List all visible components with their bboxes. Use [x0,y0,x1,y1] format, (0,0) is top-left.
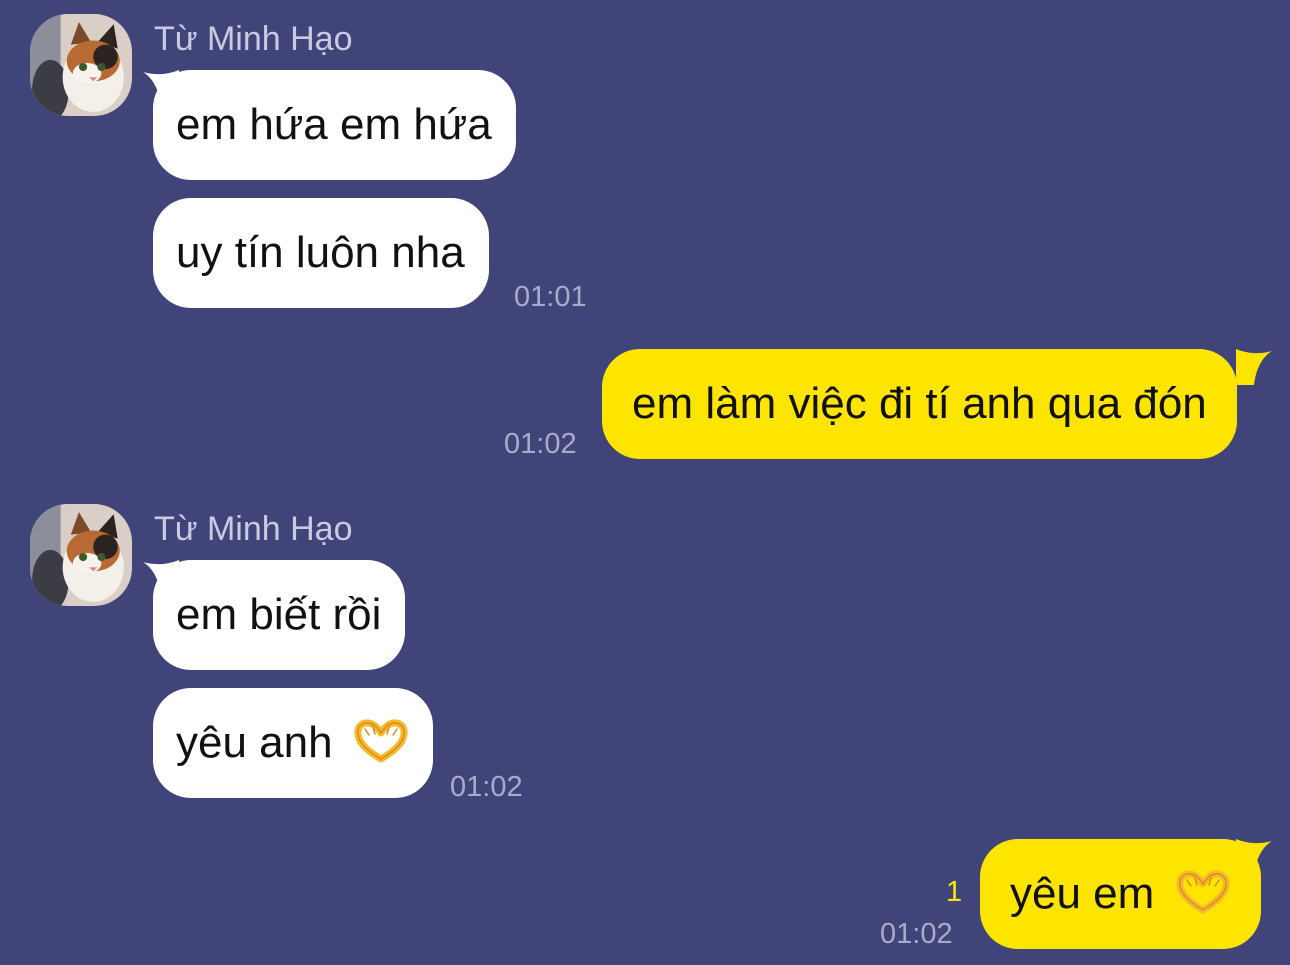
contact-avatar[interactable] [30,14,132,116]
contact-avatar[interactable] [30,504,132,606]
heart-hands-emoji-icon [1175,870,1231,914]
message-text: yêu anh [176,718,333,767]
message-text: yêu em [1010,869,1155,918]
cat-avatar-icon [30,14,132,116]
message-text: uy tín luôn nha [176,228,465,277]
bubble-tail [1236,839,1272,875]
unread-count: 1 [946,876,963,908]
message-timestamp: 01:02 [504,428,577,460]
message-text: em hứa em hứa [176,100,492,149]
incoming-message-bubble[interactable]: em biết rồi [153,560,406,670]
incoming-message-bubble[interactable]: yêu anh [153,688,433,798]
outgoing-message-bubble[interactable]: em làm việc đi tí anh qua đón [602,349,1237,459]
message-timestamp: 01:02 [880,918,953,950]
message-timestamp: 01:01 [514,281,587,313]
bubble-tail [1236,349,1272,385]
sender-name: Từ Minh Hạo [154,20,353,58]
cat-avatar-icon [30,504,132,606]
incoming-message-bubble[interactable]: uy tín luôn nha [153,198,489,308]
message-timestamp: 01:02 [450,771,523,803]
outgoing-message-bubble[interactable]: yêu em [980,839,1261,949]
incoming-message-bubble[interactable]: em hứa em hứa [153,70,516,180]
heart-hands-emoji-icon [353,719,409,763]
message-text: em làm việc đi tí anh qua đón [632,379,1207,428]
message-text: em biết rồi [176,590,382,639]
sender-name: Từ Minh Hạo [154,510,353,548]
